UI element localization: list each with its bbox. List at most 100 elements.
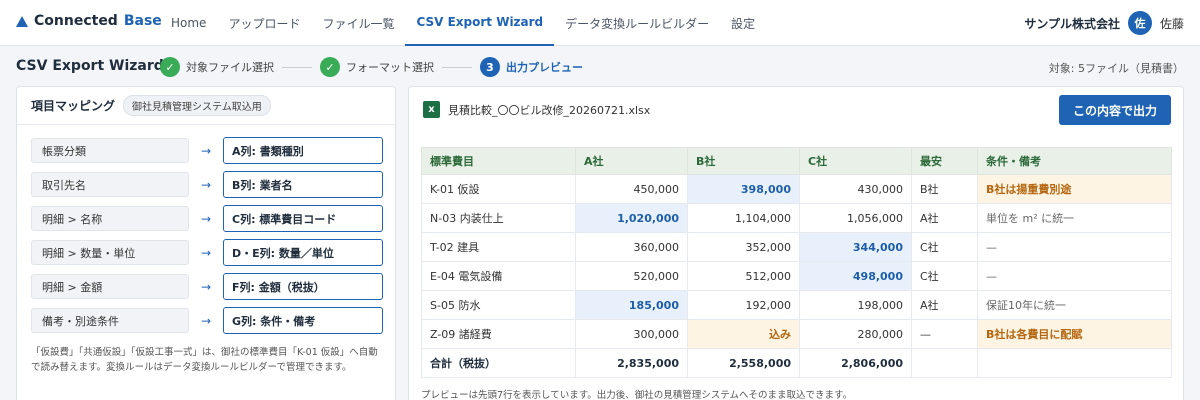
export-button[interactable]: この内容で出力 [1059, 95, 1171, 125]
table-row: T-02 建具 360,000 352,000 344,000 C社 — [421, 232, 1172, 262]
cell-note: B社は揚重費別途 [977, 174, 1172, 204]
cell-item: N-03 内装仕上 [421, 203, 576, 233]
mapping-panel-header: 項目マッピング 御社見積管理システム取込用 [17, 87, 395, 125]
table-body: K-01 仮設 450,000 398,000 430,000 B社 B社は揚重費別途 N-… [421, 174, 1172, 378]
avatar[interactable]: 佐 [1127, 11, 1152, 35]
total-label: 合計（税抜） [421, 348, 576, 378]
nav-item-4[interactable]: データ変換ルールビルダー [554, 0, 720, 46]
total-note [977, 348, 1172, 378]
cell-item: E-04 電気設備 [421, 261, 576, 291]
mapping-target-select[interactable]: B列: 業者名 [223, 171, 383, 198]
cell-amount-c: 198,000 [799, 290, 912, 320]
table-row: S-05 防水 185,000 192,000 198,000 A社 保証10年に統一 [421, 290, 1172, 320]
top-navigation: Connected Base Home アップロード ファイル一覧 CSV Expor… [0, 0, 1200, 46]
cell-amount-c: 498,000 [799, 261, 912, 291]
total-amount-a: 2,835,000 [575, 348, 688, 378]
mapping-source-field: 明細 > 数量・単位 [31, 240, 189, 265]
preview-note: プレビューは先頭7行を表示しています。出力後、御社の見積管理システムへそのまま取… [421, 390, 853, 400]
cell-amount-c: 430,000 [799, 174, 912, 204]
mapping-row: 取引先名 → B列: 業者名 [31, 171, 383, 198]
main-nav: Home アップロード ファイル一覧 CSV Export Wizard データ変換ルー… [160, 0, 766, 46]
wizard-steps: ✓ 対象ファイル選択 ✓ フォーマット選択 3 出力プレビュー [160, 56, 583, 78]
cell-amount-b: 352,000 [687, 232, 800, 262]
nav-item-0[interactable]: Home [160, 0, 217, 46]
cell-amount-c: 280,000 [799, 319, 912, 349]
cell-note: B社は各費目に配賦 [977, 319, 1172, 349]
arrow-right-icon: → [200, 313, 212, 328]
nav-item-5[interactable]: 設定 [720, 0, 766, 46]
mapping-source-field: 明細 > 名称 [31, 206, 189, 231]
wizard-step-label: 対象ファイル選択 [186, 61, 274, 74]
mapping-target-select[interactable]: D・E列: 数量／単位 [223, 239, 383, 266]
cell-lowest: C社 [911, 232, 978, 262]
column-header: B社 [687, 147, 800, 175]
table-row: N-03 内装仕上 1,020,000 1,104,000 1,056,000 A社 単位… [421, 203, 1172, 233]
cell-note: — [977, 232, 1172, 262]
cell-amount-b: 込み [687, 319, 800, 349]
nav-item-1[interactable]: アップロード [217, 0, 311, 46]
cell-amount-c: 1,056,000 [799, 203, 912, 233]
cell-note: 単位を m² に統一 [977, 203, 1172, 233]
mapping-rows: 帳票分類 → A列: 書類種別 取引先名 → B列: 業者名 明細 > 名称 → C列: 標準費… [31, 137, 383, 341]
mapping-title: 項目マッピング [31, 99, 116, 113]
total-amount-b: 2,558,000 [687, 348, 800, 378]
account-area: サンプル株式会社 佐 佐藤 [1024, 11, 1184, 35]
mapping-note: 「仮設費」「共通仮設」「仮設工事一式」は、御社の標準費目「K-01 仮設」へ自動… [31, 347, 378, 373]
cell-amount-a: 185,000 [575, 290, 688, 320]
preview-file-name: 見積比較_〇〇ビル改修_20260721.xlsx [448, 103, 651, 117]
mapping-panel: 項目マッピング 御社見積管理システム取込用 帳票分類 → A列: 書類種別 取引先名 →… [16, 86, 396, 400]
preview-panel: x 見積比較_〇〇ビル改修_20260721.xlsx この内容で出力 標準費目… [408, 86, 1184, 400]
column-header: C社 [799, 147, 912, 175]
nav-item-3[interactable]: CSV Export Wizard [405, 0, 555, 46]
cell-item: S-05 防水 [421, 290, 576, 320]
wizard-title: CSV Export Wizard [16, 58, 164, 74]
cell-item: K-01 仮設 [421, 174, 576, 204]
preview-file-header: x 見積比較_〇〇ビル改修_20260721.xlsx [423, 101, 650, 118]
mapping-target-select[interactable]: G列: 条件・備考 [223, 307, 383, 334]
mapping-target-select[interactable]: C列: 標準費目コード [223, 205, 383, 232]
mapping-source-field: 明細 > 金額 [31, 274, 189, 299]
logo-accent-text: Base [123, 13, 162, 29]
cell-lowest: A社 [911, 290, 978, 320]
nav-item-2[interactable]: ファイル一覧 [311, 0, 405, 46]
cell-note: 保証10年に統一 [977, 290, 1172, 320]
preview-table: 標準費目 A社 B社 C社 最安 条件・備考 K-01 仮設 450,000 398,000 4… [421, 147, 1172, 378]
logo-text: Connected [34, 13, 118, 29]
cell-lowest: A社 [911, 203, 978, 233]
target-info: 対象: 5ファイル（見積書） [1048, 62, 1184, 75]
mapping-source-field: 備考・別途条件 [31, 308, 189, 333]
cell-amount-a: 520,000 [575, 261, 688, 291]
logo-triangle-icon [16, 15, 28, 27]
arrow-right-icon: → [200, 211, 212, 226]
arrow-right-icon: → [200, 143, 212, 158]
arrow-right-icon: → [200, 279, 212, 294]
cell-amount-a: 360,000 [575, 232, 688, 262]
company-name: サンプル株式会社 [1024, 16, 1120, 31]
cell-lowest: B社 [911, 174, 978, 204]
total-amount-c: 2,806,000 [799, 348, 912, 378]
cell-item: T-02 建具 [421, 232, 576, 262]
excel-file-icon: x [423, 101, 440, 118]
app-logo[interactable]: Connected Base [16, 13, 162, 29]
arrow-right-icon: → [200, 245, 212, 260]
mapping-format-badge: 御社見積管理システム取込用 [123, 95, 271, 116]
wizard-step-3: 3 出力プレビュー [480, 57, 583, 77]
step-connector [282, 66, 312, 68]
mapping-source-field: 取引先名 [31, 172, 189, 197]
cell-amount-b: 512,000 [687, 261, 800, 291]
user-name[interactable]: 佐藤 [1160, 15, 1184, 32]
wizard-step-1: ✓ 対象ファイル選択 [160, 57, 274, 77]
total-lowest [911, 348, 978, 378]
column-header: 条件・備考 [977, 147, 1172, 175]
column-header: A社 [575, 147, 688, 175]
wizard-step-label: フォーマット選択 [346, 61, 434, 74]
cell-amount-a: 1,020,000 [575, 203, 688, 233]
mapping-row: 備考・別途条件 → G列: 条件・備考 [31, 307, 383, 334]
mapping-row: 明細 > 数量・単位 → D・E列: 数量／単位 [31, 239, 383, 266]
column-header: 標準費目 [421, 147, 576, 175]
mapping-target-select[interactable]: F列: 金額（税抜） [223, 273, 383, 300]
mapping-target-select[interactable]: A列: 書類種別 [223, 137, 383, 164]
column-header: 最安 [911, 147, 978, 175]
cell-amount-b: 192,000 [687, 290, 800, 320]
cell-amount-a: 450,000 [575, 174, 688, 204]
